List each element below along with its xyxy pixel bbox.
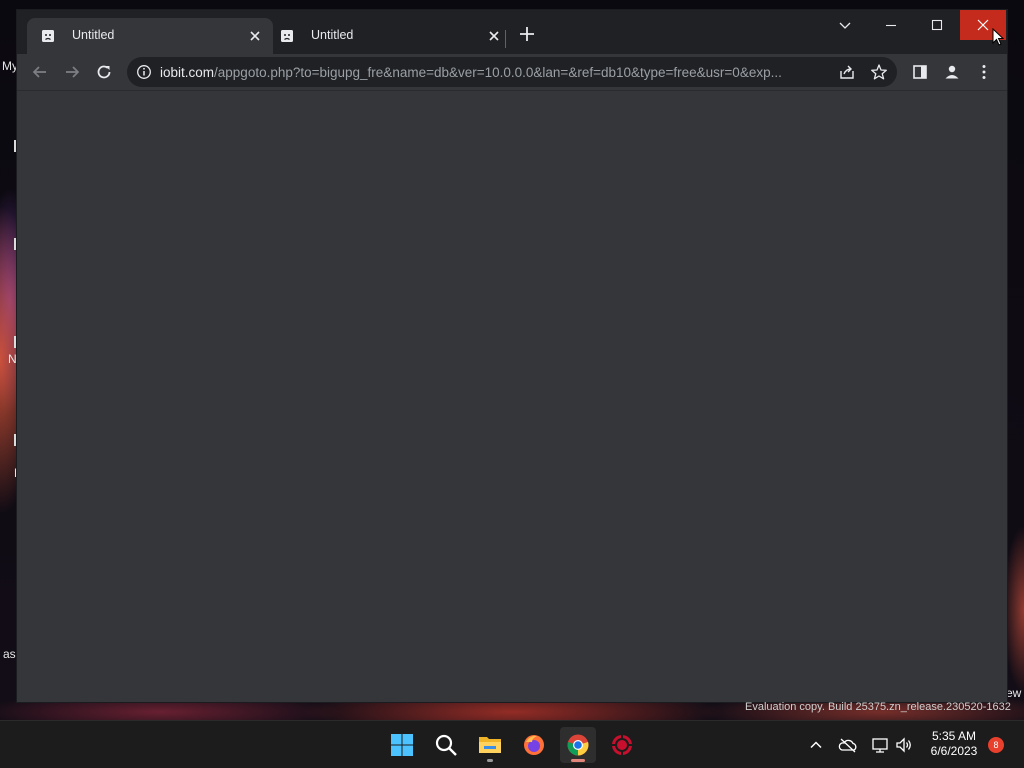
forward-button[interactable] — [60, 60, 84, 84]
desktop-icon-label[interactable]: My — [2, 59, 18, 73]
evaluation-watermark: Evaluation copy. Build 25375.zn_release.… — [745, 701, 1011, 713]
star-icon[interactable] — [870, 63, 888, 81]
address-bar[interactable]: iobit.com/appgoto.php?to=bigupg_fre&name… — [127, 57, 897, 87]
maximize-icon — [931, 19, 943, 31]
firefox-button[interactable] — [516, 727, 552, 763]
onedrive-icon — [838, 738, 857, 753]
firefox-icon — [524, 735, 544, 755]
mouse-cursor-icon — [992, 28, 1004, 46]
chrome-icon — [567, 734, 589, 756]
close-icon — [977, 19, 989, 31]
back-button[interactable] — [28, 60, 52, 84]
show-hidden-icons-button[interactable] — [804, 733, 828, 757]
running-indicator — [487, 759, 493, 762]
tab-title: Untitled — [311, 28, 354, 42]
desktop-icon-label[interactable]: N — [8, 352, 17, 366]
network-button[interactable] — [868, 733, 892, 757]
profile-icon — [945, 65, 959, 79]
clock-time: 5:35 AM — [931, 729, 977, 743]
sad-page-icon — [42, 30, 54, 42]
tab-title: Untitled — [72, 28, 115, 42]
active-indicator — [571, 759, 585, 762]
close-tab-icon[interactable] — [247, 28, 263, 44]
arrow-right-icon — [66, 66, 80, 78]
iobit-button[interactable] — [604, 727, 640, 763]
notification-badge[interactable]: 8 — [988, 737, 1004, 753]
arrow-left-icon — [32, 66, 46, 78]
url-path: /appgoto.php?to=bigupg_fre&name=db&ver=1… — [214, 65, 782, 80]
windows-start-icon — [391, 734, 413, 756]
side-panel-icon — [913, 65, 927, 79]
kebab-menu-icon — [982, 65, 986, 79]
chevron-down-icon — [839, 22, 851, 29]
side-panel-button[interactable] — [908, 60, 932, 84]
network-icon — [872, 738, 888, 753]
browser-toolbar: iobit.com/appgoto.php?to=bigupg_fre&name… — [17, 54, 1007, 90]
desktop-icon-label[interactable]: ew — [1006, 686, 1021, 700]
tab-separator — [505, 30, 506, 48]
profile-button[interactable] — [940, 60, 964, 84]
info-icon[interactable] — [136, 64, 152, 80]
volume-button[interactable] — [892, 733, 916, 757]
close-tab-icon[interactable] — [486, 28, 502, 44]
url-host: iobit.com — [160, 65, 215, 80]
share-icon[interactable] — [838, 63, 856, 81]
minimize-button[interactable] — [868, 10, 914, 40]
clock-date: 6/6/2023 — [930, 744, 978, 758]
start-button[interactable] — [384, 727, 420, 763]
reload-button[interactable] — [92, 60, 116, 84]
tab-search-button[interactable] — [822, 10, 868, 40]
tab-untitled-2[interactable]: Untitled — [266, 18, 512, 54]
minimize-icon — [886, 24, 896, 27]
taskbar: 5:35 AM 6/6/2023 8 — [0, 720, 1024, 768]
taskbar-search-button[interactable] — [428, 727, 464, 763]
search-icon — [435, 734, 457, 756]
maximize-button[interactable] — [914, 10, 960, 40]
chrome-button[interactable] — [560, 727, 596, 763]
chevron-up-icon — [810, 741, 822, 749]
tab-untitled-1[interactable]: Untitled — [27, 18, 273, 54]
url-text[interactable]: iobit.com/appgoto.php?to=bigupg_fre&name… — [160, 65, 830, 80]
file-explorer-button[interactable] — [472, 727, 508, 763]
reload-icon — [97, 65, 111, 79]
file-explorer-icon — [479, 737, 501, 753]
onedrive-button[interactable] — [836, 733, 860, 757]
tab-strip: Untitled Untitled — [17, 10, 1007, 54]
system-clock[interactable]: 5:35 AM 6/6/2023 — [920, 729, 988, 759]
page-content[interactable] — [17, 90, 1007, 702]
browser-window: Untitled Untitled iobit.com/appgoto.php?… — [17, 10, 1007, 702]
volume-icon — [896, 737, 911, 753]
plus-icon[interactable] — [517, 24, 537, 44]
sad-page-icon — [281, 30, 293, 42]
iobit-icon — [612, 735, 632, 755]
menu-button[interactable] — [972, 60, 996, 84]
